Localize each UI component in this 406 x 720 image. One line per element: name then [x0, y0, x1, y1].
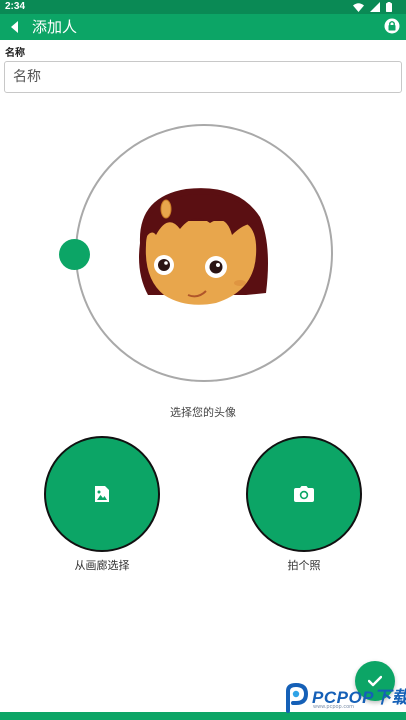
signal-icon: [370, 2, 380, 12]
camera-label: 拍个照: [287, 559, 321, 572]
lock-icon[interactable]: [384, 18, 400, 34]
back-icon[interactable]: [8, 19, 22, 35]
status-time: 2:34: [5, 1, 26, 12]
avatar-caption: 选择您的头像: [170, 406, 236, 419]
name-label: 名称: [5, 48, 25, 59]
battery-icon: [386, 2, 392, 12]
camera-icon: [294, 486, 314, 502]
watermark-subtext: www.pcpop.com: [313, 704, 354, 710]
wifi-icon: [353, 2, 364, 12]
app-bar: 添加人: [0, 14, 406, 40]
camera-button[interactable]: [246, 436, 362, 552]
watermark: PCPOP下载 www.pcpop.com: [280, 683, 406, 715]
watermark-logo-icon: [286, 683, 309, 713]
gallery-button[interactable]: [44, 436, 160, 552]
page-title: 添加人: [32, 18, 78, 36]
gallery-label: 从画廊选择: [74, 559, 130, 572]
image-icon: [95, 486, 109, 502]
name-input[interactable]: [4, 61, 402, 93]
ring-handle[interactable]: [59, 239, 90, 270]
status-icons: [353, 2, 392, 12]
status-bar: 2:34: [0, 0, 406, 14]
avatar-face-image[interactable]: [128, 183, 274, 313]
